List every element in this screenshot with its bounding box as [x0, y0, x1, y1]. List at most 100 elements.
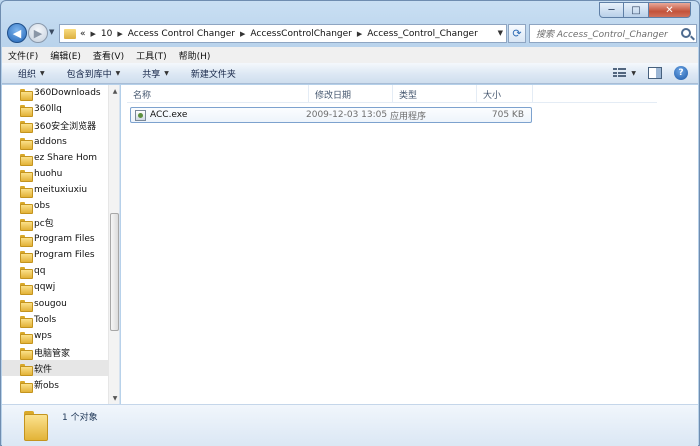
application-icon	[135, 109, 146, 121]
tree-item[interactable]: 软件	[2, 360, 108, 377]
forward-button[interactable]: ▶	[28, 23, 48, 43]
folder-icon	[24, 409, 48, 441]
menu-file[interactable]: 文件(F)	[8, 49, 38, 62]
file-row[interactable]: ACC.exe 2009-12-03 13:05 应用程序 705 KB	[130, 107, 532, 123]
share-button[interactable]: 共享 ▼	[142, 67, 169, 80]
tree-item-label: Program Files	[34, 250, 95, 260]
column-date-modified[interactable]: 修改日期	[309, 85, 393, 103]
breadcrumb-item[interactable]: 10	[101, 29, 112, 39]
tree-item-label: ez Share Hom	[34, 152, 97, 163]
folder-icon	[64, 28, 76, 39]
breadcrumb-separator-icon[interactable]: ▶	[240, 30, 245, 38]
navigation-bar: ◀ ▶ ▼ « ▶ 10 ▶ Access Control Changer ▶ …	[5, 22, 697, 44]
column-header: 名称 修改日期 类型 大小	[127, 85, 657, 103]
tree-item[interactable]: 360Downloads	[2, 85, 108, 101]
refresh-button[interactable]: ⟳	[508, 24, 526, 43]
tree-item[interactable]: sougou	[2, 296, 108, 312]
tree-item[interactable]: pc包	[2, 215, 108, 231]
breadcrumb-item[interactable]: Access Control Changer	[128, 29, 235, 39]
tree-item-label: qqwj	[34, 282, 56, 293]
preview-pane-icon[interactable]	[648, 67, 662, 79]
organize-button[interactable]: 组织 ▼	[18, 67, 45, 80]
organize-label: 组织	[18, 69, 37, 80]
tree-item-label: wps	[34, 331, 52, 341]
folder-icon	[20, 104, 33, 118]
scrollbar-thumb[interactable]	[110, 213, 119, 331]
tree-item-label: qq	[34, 266, 46, 277]
navigation-pane: 360Downloads 360llq 360安全浏览器 addons ez Share…	[2, 85, 120, 404]
folder-icon	[20, 347, 33, 361]
caption-buttons: ─ □ ✕	[599, 2, 691, 18]
tree-item-label: 360Downloads	[34, 88, 101, 98]
breadcrumb-separator-icon[interactable]: ▶	[357, 30, 362, 38]
folder-icon	[20, 380, 33, 393]
scroll-down-icon[interactable]: ▼	[109, 392, 119, 404]
item-count: 1 个对象	[62, 413, 98, 423]
search-input[interactable]: 搜索 Access_Control_Changer	[529, 24, 697, 43]
menu-help[interactable]: 帮助(H)	[179, 49, 211, 62]
menu-bar: 文件(F) 编辑(E) 查看(V) 工具(T) 帮助(H)	[2, 47, 698, 63]
tree-item[interactable]: Tools	[2, 312, 108, 328]
tree-item[interactable]: Program Files	[2, 231, 108, 247]
folder-icon	[20, 218, 33, 231]
breadcrumb-item[interactable]: Access_Control_Changer	[367, 29, 478, 39]
folder-icon	[20, 266, 33, 280]
folder-icon	[20, 201, 33, 215]
help-icon[interactable]: ?	[674, 66, 688, 80]
tree-item[interactable]: 电脑管家	[2, 344, 108, 361]
tree-item[interactable]: meituxiuxiu	[2, 182, 108, 199]
tree-item[interactable]: addons	[2, 134, 108, 150]
breadcrumb-separator-icon[interactable]: ▶	[91, 30, 96, 38]
change-view-icon[interactable]	[613, 68, 627, 78]
folder-icon	[20, 299, 33, 312]
search-icon[interactable]	[681, 28, 691, 38]
tree-item-label: meituxiuxiu	[34, 185, 88, 196]
tree-item[interactable]: huohu	[2, 166, 108, 182]
tree-item[interactable]: obs	[2, 198, 108, 215]
dropdown-icon: ▼	[164, 69, 169, 77]
minimize-button[interactable]: ─	[599, 2, 624, 18]
address-bar[interactable]: « ▶ 10 ▶ Access Control Changer ▶ Access…	[59, 24, 507, 43]
back-button[interactable]: ◀	[7, 23, 27, 43]
menu-tools[interactable]: 工具(T)	[136, 49, 167, 62]
column-type[interactable]: 类型	[393, 85, 477, 103]
folder-icon	[20, 185, 33, 199]
search-placeholder: 搜索 Access_Control_Changer	[536, 30, 668, 40]
folder-icon	[20, 250, 33, 263]
close-button[interactable]: ✕	[649, 2, 691, 18]
include-in-library-button[interactable]: 包含到库中 ▼	[67, 67, 121, 80]
address-dropdown-icon[interactable]: ▼	[498, 29, 503, 37]
column-size[interactable]: 大小	[477, 85, 533, 103]
breadcrumb: « ▶ 10 ▶ Access Control Changer ▶ Access…	[80, 29, 478, 39]
menu-edit[interactable]: 编辑(E)	[50, 49, 81, 62]
tree-item[interactable]: ez Share Hom	[2, 150, 108, 166]
scroll-up-icon[interactable]: ▲	[109, 85, 119, 97]
breadcrumb-overflow[interactable]: «	[80, 29, 86, 39]
breadcrumb-separator-icon[interactable]: ▶	[117, 30, 122, 38]
tree-item[interactable]: wps	[2, 328, 108, 344]
file-type: 应用程序	[390, 111, 427, 122]
command-bar: 组织 ▼ 包含到库中 ▼ 共享 ▼ 新建文件夹 ▼ ?	[2, 63, 698, 84]
recent-pages-button[interactable]: ▼	[49, 28, 54, 36]
dropdown-icon: ▼	[115, 69, 121, 77]
tree-item[interactable]: qq	[2, 263, 108, 280]
navigation-scrollbar[interactable]: ▲ ▼	[108, 85, 119, 404]
tree-item[interactable]: Program Files	[2, 247, 108, 263]
column-name[interactable]: 名称	[127, 85, 309, 103]
tree-item[interactable]: qqwj	[2, 279, 108, 296]
tree-item-label: pc包	[34, 219, 54, 230]
view-options-dropdown-icon[interactable]: ▼	[631, 70, 636, 77]
folder-icon	[20, 88, 33, 101]
tree-item[interactable]: 360llq	[2, 101, 108, 118]
menu-view[interactable]: 查看(V)	[93, 49, 124, 62]
folder-icon	[20, 234, 33, 247]
maximize-button[interactable]: □	[624, 2, 649, 18]
tree-item-label: addons	[34, 136, 67, 147]
tree-item[interactable]: 360安全浏览器	[2, 117, 108, 134]
breadcrumb-item[interactable]: AccessControlChanger	[250, 29, 352, 39]
new-folder-button[interactable]: 新建文件夹	[191, 67, 236, 80]
refresh-icon: ⟳	[512, 27, 522, 40]
include-in-library-label: 包含到库中	[66, 69, 112, 80]
tree-item-label: obs	[34, 201, 50, 212]
tree-item[interactable]: 新obs	[2, 377, 108, 393]
